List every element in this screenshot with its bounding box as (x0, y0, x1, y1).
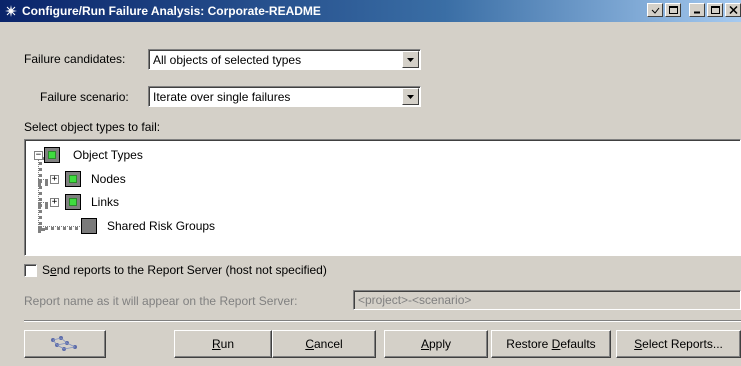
report-name-value: <project>-<scenario> (358, 293, 472, 307)
send-reports-label: Send reports to the Report Server (host … (42, 263, 327, 277)
tree-connector (38, 179, 48, 183)
expand-icon[interactable]: + (50, 174, 59, 184)
chevron-down-icon[interactable] (402, 88, 419, 105)
restore-icon[interactable] (647, 3, 663, 17)
title-bar[interactable]: Configure/Run Failure Analysis: Corporat… (0, 0, 741, 22)
send-reports-checkbox-row[interactable]: Send reports to the Report Server (host … (24, 263, 327, 277)
report-name-label: Report name as it will appear on the Rep… (24, 294, 298, 308)
run-button-label: Run (211, 337, 235, 351)
select-reports-button[interactable]: Select Reports... (616, 330, 741, 358)
restore-defaults-button[interactable]: Restore Defaults (491, 330, 611, 358)
failure-candidates-label: Failure candidates: (24, 52, 126, 66)
tri-state-checkbox[interactable] (65, 194, 81, 210)
object-types-label: Select object types to fail: (24, 120, 161, 134)
apply-button-label: Apply (420, 337, 452, 351)
maximize-icon[interactable] (665, 3, 681, 17)
object-types-tree[interactable]: − Object Types + Nodes + Links Shared Ri… (24, 139, 741, 256)
failure-scenario-select[interactable]: Iterate over single failures (148, 86, 421, 107)
failure-candidates-value: All objects of selected types (153, 52, 302, 67)
report-name-input[interactable]: <project>-<scenario> (353, 290, 741, 310)
report-name-row: Report name as it will appear on the Rep… (24, 294, 297, 308)
apply-button[interactable]: Apply (384, 330, 488, 358)
footer-separator (24, 320, 741, 322)
failure-candidates-row: Failure candidates: (24, 52, 125, 66)
object-types-row: Select object types to fail: (24, 120, 160, 134)
tri-state-checkbox[interactable] (65, 171, 81, 187)
cancel-button[interactable]: Cancel (272, 330, 376, 358)
failure-scenario-label: Failure scenario: (40, 90, 129, 104)
failure-candidates-select[interactable]: All objects of selected types (148, 49, 421, 70)
cancel-button-label: Cancel (305, 337, 343, 351)
tree-connector (38, 202, 48, 206)
tree-item-label: Object Types (73, 148, 143, 162)
tree-connector (38, 157, 42, 231)
tri-state-checkbox[interactable] (44, 147, 60, 163)
collapse-icon[interactable]: − (34, 150, 43, 160)
close-icon[interactable] (725, 3, 741, 17)
network-icon (47, 334, 83, 355)
failure-scenario-row: Failure scenario: (40, 90, 129, 104)
select-reports-label: Select Reports... (634, 337, 723, 351)
tree-item-nodes[interactable]: + Nodes (50, 170, 126, 188)
title-bar-buttons (645, 3, 741, 17)
maximize-icon[interactable] (707, 3, 723, 17)
failure-scenario-value: Iterate over single failures (153, 89, 291, 104)
restore-defaults-label: Restore Defaults (506, 337, 596, 351)
tree-item-object-types[interactable]: − Object Types (34, 146, 143, 164)
tree-item-label: Nodes (91, 172, 126, 186)
expand-icon[interactable]: + (50, 197, 59, 207)
run-button[interactable]: Run (174, 330, 272, 358)
window-title: Configure/Run Failure Analysis: Corporat… (22, 4, 321, 18)
tree-item-label: Shared Risk Groups (107, 219, 216, 233)
minimize-icon[interactable] (689, 3, 705, 17)
tree-item-label: Links (91, 195, 120, 209)
network-image-button[interactable] (24, 330, 106, 358)
chevron-down-icon[interactable] (402, 51, 419, 68)
star-icon (3, 3, 19, 19)
tree-item-links[interactable]: + Links (50, 193, 119, 211)
send-reports-checkbox[interactable] (24, 263, 37, 277)
tree-item-shared-risk-groups[interactable]: Shared Risk Groups (81, 217, 215, 235)
checkbox[interactable] (81, 218, 97, 234)
